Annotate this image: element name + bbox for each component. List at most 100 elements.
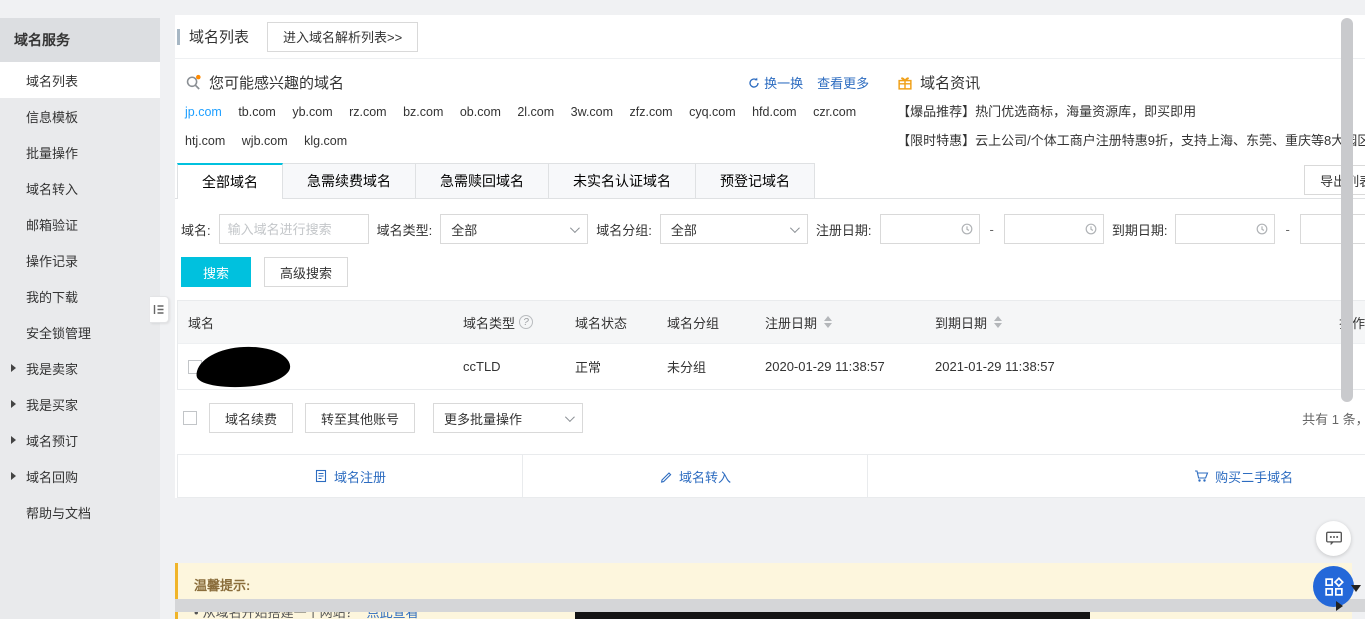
tab-preregistered[interactable]: 预登记域名	[696, 163, 815, 198]
suggested-domain[interactable]: ob.com	[460, 105, 501, 119]
interesting-domains-section: 您可能感兴趣的域名 换一换 查看更多 jp.com tb.com yb.com	[185, 72, 869, 151]
buy-secondhand-domain-link[interactable]: 购买二手域名	[868, 455, 1365, 497]
domain-table: 域名 域名类型? 域名状态 域名分组 注册日期 到期日期 操作 ccTLD 正常…	[177, 300, 1365, 390]
date-range-separator: -	[1283, 222, 1291, 237]
tab-all-domains[interactable]: 全部域名	[177, 163, 283, 199]
exp-date-start-input[interactable]	[1175, 214, 1275, 244]
suggested-domains-line2: htj.com wjb.com klg.com	[185, 131, 869, 151]
suggested-domain[interactable]: zfz.com	[630, 105, 673, 119]
goto-dns-list-button[interactable]: 进入域名解析列表>>	[267, 22, 418, 52]
tab-renew-urgent[interactable]: 急需续费域名	[283, 163, 416, 198]
suggested-domain[interactable]: jp.com	[185, 105, 222, 119]
cell-registered: 2020-01-29 11:38:57	[765, 359, 935, 374]
grid-apps-icon	[1324, 577, 1344, 597]
cell-actions: 续费|解析|安全锁?|备注|管理	[1085, 357, 1365, 376]
sidebar-item-i-am-buyer[interactable]: 我是买家	[0, 386, 160, 422]
suggested-domain[interactable]: bz.com	[403, 105, 443, 119]
suggested-domain[interactable]: yb.com	[292, 105, 332, 119]
news-line[interactable]: 【限时特惠】云上公司/个体工商户注册特惠9折，支持上海、东莞、重庆等8大园区在线…	[897, 131, 1365, 151]
more-batch-ops-value: 更多批量操作	[444, 409, 522, 428]
interesting-domains-title: 您可能感兴趣的域名	[209, 72, 344, 93]
exp-date-label: 到期日期:	[1112, 220, 1168, 239]
advanced-search-button[interactable]: 高级搜索	[264, 257, 348, 287]
refresh-domains-link[interactable]: 换一换	[748, 73, 803, 92]
exp-date-end-input[interactable]	[1300, 214, 1365, 244]
horizontal-scrollbar-thumb[interactable]	[575, 612, 1090, 619]
chat-bubble-icon	[1325, 530, 1343, 547]
sort-toggle[interactable]	[994, 316, 1002, 328]
col-expires-label: 到期日期	[935, 313, 987, 332]
help-icon[interactable]: ?	[519, 315, 533, 329]
horizontal-scrollbar-track[interactable]	[175, 599, 1365, 612]
view-more-domains-link[interactable]: 查看更多	[817, 73, 869, 92]
sidebar-item-domain-transfer-in[interactable]: 域名转入	[0, 170, 160, 206]
col-type-label: 域名类型	[463, 313, 515, 332]
select-all-checkbox[interactable]	[183, 411, 197, 425]
vertical-scrollbar-thumb[interactable]	[1341, 18, 1353, 402]
suggested-domain[interactable]: czr.com	[813, 105, 856, 119]
batch-renew-button[interactable]: 域名续费	[209, 403, 293, 433]
suggested-domain[interactable]: hfd.com	[752, 105, 796, 119]
more-batch-ops-select[interactable]: 更多批量操作	[433, 403, 583, 433]
sidebar-item-i-am-seller[interactable]: 我是卖家	[0, 350, 160, 386]
sidebar-item-label: 操作记录	[26, 251, 78, 270]
sidebar-item-email-verification[interactable]: 邮箱验证	[0, 206, 160, 242]
col-actions: 操作	[1085, 313, 1365, 332]
tab-redeem-urgent[interactable]: 急需赎回域名	[416, 163, 549, 198]
reg-date-end-input[interactable]	[1004, 214, 1104, 244]
sidebar-item-help-docs[interactable]: 帮助与文档	[0, 494, 160, 530]
clock-icon	[1256, 223, 1268, 235]
domain-type-value: 全部	[451, 220, 477, 239]
sort-toggle[interactable]	[824, 316, 832, 328]
suggested-domain[interactable]: 3w.com	[571, 105, 613, 119]
suggested-domain[interactable]: 2l.com	[517, 105, 554, 119]
chevron-down-icon	[790, 223, 800, 233]
news-line[interactable]: 【爆品推荐】热门优选商标，海量资源库，即买即用	[897, 102, 1365, 122]
sidebar-item-label: 安全锁管理	[26, 323, 91, 342]
sidebar-item-label: 帮助与文档	[26, 503, 91, 522]
domain-search-input[interactable]	[219, 214, 369, 244]
domain-register-link[interactable]: 域名注册	[178, 455, 523, 497]
tab-not-verified[interactable]: 未实名认证域名	[549, 163, 696, 198]
refresh-label: 换一换	[764, 76, 803, 91]
app-launcher-button[interactable]	[1313, 566, 1354, 607]
sidebar-item-batch-operations[interactable]: 批量操作	[0, 134, 160, 170]
register-doc-icon	[314, 469, 328, 483]
type-filter-label: 域名类型:	[377, 220, 433, 239]
domain-group-select[interactable]: 全部	[660, 214, 808, 244]
col-expires: 到期日期	[935, 313, 1085, 332]
reg-date-label: 注册日期:	[816, 220, 872, 239]
suggested-domain[interactable]: wjb.com	[242, 134, 288, 148]
cell-group: 未分组	[667, 357, 765, 376]
suggested-domain[interactable]: htj.com	[185, 134, 225, 148]
suggested-domain[interactable]: tb.com	[238, 105, 276, 119]
sidebar-item-domain-reservation[interactable]: 域名预订	[0, 422, 160, 458]
domain-news-section: 域名资讯 【爆品推荐】热门优选商标，海量资源库，即买即用 【限时特惠】云上公司/…	[869, 72, 1365, 151]
search-icon	[185, 74, 202, 91]
sidebar-item-domain-list[interactable]: 域名列表	[0, 62, 160, 98]
suggested-domain[interactable]: rz.com	[349, 105, 387, 119]
sidebar: 域名服务 域名列表 信息模板 批量操作 域名转入 邮箱验证 操作记录 我的下载 …	[0, 0, 160, 619]
sidebar-item-info-template[interactable]: 信息模板	[0, 98, 160, 134]
search-button[interactable]: 搜索	[181, 257, 251, 287]
domain-transfer-in-link[interactable]: 域名转入	[523, 455, 868, 497]
group-filter-label: 域名分组:	[596, 220, 652, 239]
suggested-domain[interactable]: klg.com	[304, 134, 347, 148]
suggested-domain[interactable]: cyq.com	[689, 105, 736, 119]
sidebar-item-security-lock[interactable]: 安全锁管理	[0, 314, 160, 350]
cell-status: 正常	[575, 357, 667, 376]
scroll-arrow-icon	[1336, 601, 1343, 611]
sidebar-item-operation-log[interactable]: 操作记录	[0, 242, 160, 278]
pencil-icon	[659, 469, 673, 483]
col-domain: 域名	[178, 313, 463, 332]
domain-type-select[interactable]: 全部	[440, 214, 588, 244]
sidebar-item-domain-buyback[interactable]: 域名回购	[0, 458, 160, 494]
sidebar-title: 域名服务	[0, 18, 160, 62]
sidebar-collapse-handle[interactable]	[150, 296, 169, 323]
col-group: 域名分组	[667, 313, 765, 332]
export-list-button[interactable]: 导出列表	[1304, 165, 1365, 195]
transfer-account-button[interactable]: 转至其他账号	[305, 403, 415, 433]
reg-date-start-input[interactable]	[880, 214, 980, 244]
chat-feedback-button[interactable]	[1316, 521, 1351, 556]
sidebar-item-my-downloads[interactable]: 我的下载	[0, 278, 160, 314]
